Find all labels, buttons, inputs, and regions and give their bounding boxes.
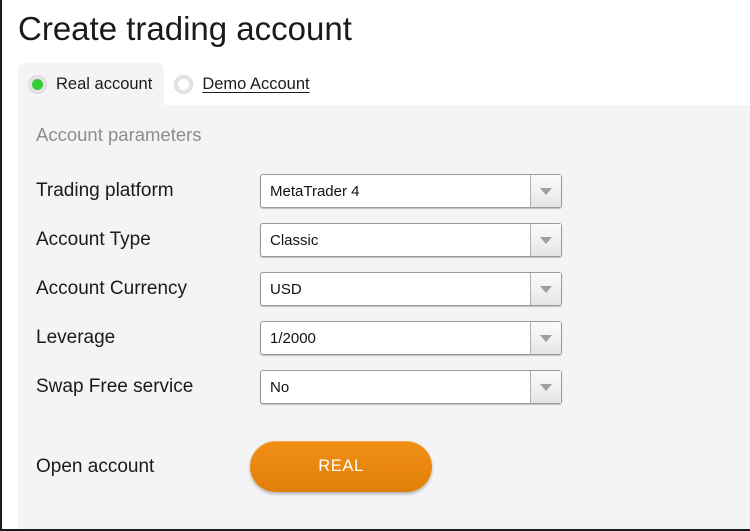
label-swap-free-service: Swap Free service [36,376,194,397]
label-open-account: Open account [36,456,155,477]
tab-demo-account-label: Demo Account [202,74,310,93]
select-trading-platform[interactable]: MetaTrader 4 [260,174,562,208]
chevron-down-icon[interactable] [530,322,561,354]
account-type-tabbar: Real account Demo Account [18,63,322,105]
chevron-down-icon[interactable] [530,371,561,403]
select-swap-free-service[interactable]: No [260,370,562,404]
field-row-leverage: Leverage 1/2000 [18,321,750,355]
open-account-row: Open account REAL [18,441,750,493]
radio-selected-icon [28,74,47,94]
page-title: Create trading account [18,10,352,47]
label-leverage: Leverage [36,327,116,348]
tab-real-account-label: Real account [56,74,153,93]
field-row-account-type: Account Type Classic [18,223,750,257]
section-title-account-parameters: Account parameters [36,124,202,145]
field-row-swap-free-service: Swap Free service No [18,370,750,404]
field-row-account-currency: Account Currency USD [18,272,750,306]
select-account-type[interactable]: Classic [260,223,562,257]
label-account-type: Account Type [36,229,151,250]
field-row-trading-platform: Trading platform MetaTrader 4 [18,174,750,208]
chevron-down-icon[interactable] [530,224,561,256]
select-account-currency[interactable]: USD [260,272,562,306]
select-leverage-value: 1/2000 [270,329,316,347]
label-trading-platform: Trading platform [36,180,174,201]
select-trading-platform-value: MetaTrader 4 [270,182,360,200]
select-account-currency-value: USD [270,280,302,298]
create-trading-account-page: Create trading account Real account Demo… [0,0,750,531]
select-leverage[interactable]: 1/2000 [260,321,562,355]
tab-real-account[interactable]: Real account [18,63,165,105]
radio-unselected-icon [174,74,194,94]
chevron-down-icon[interactable] [530,175,561,207]
chevron-down-icon[interactable] [530,273,561,305]
account-parameters-panel: Account parameters Trading platform Meta… [18,105,750,529]
open-real-account-button[interactable]: REAL [250,441,432,492]
label-account-currency: Account Currency [36,278,188,299]
select-swap-free-service-value: No [270,378,290,396]
tab-demo-account[interactable]: Demo Account [164,63,321,105]
select-account-type-value: Classic [270,231,319,249]
